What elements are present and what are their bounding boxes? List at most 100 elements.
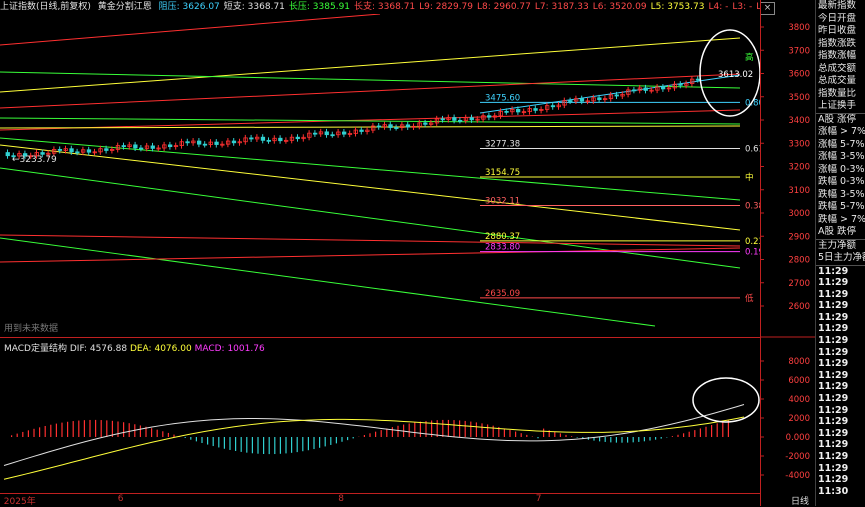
price-tick-label: 3700 <box>788 46 810 56</box>
breadth-item-7[interactable]: 跌幅 5-7% <box>816 201 865 214</box>
gold-level-label: 3154.75 <box>485 168 520 178</box>
date-label-2: 8 <box>338 494 344 504</box>
macd-value: 1001.76 <box>227 344 265 354</box>
gold-ratio-label: 0.618 <box>745 145 760 155</box>
candle-body <box>341 131 347 135</box>
capital-item-0[interactable]: 主力净额 <box>816 240 865 253</box>
stat-item-6[interactable]: 总成交量 <box>816 75 865 88</box>
candle-body <box>376 125 382 128</box>
top-marker: 高 <box>745 52 754 63</box>
tick-time-0[interactable]: 11:29 <box>816 266 865 278</box>
gold-ratio-label: 0.809 <box>745 98 760 108</box>
topbar-item-4: L9: 2829.79 <box>419 2 474 12</box>
gold-ratio-label: 0.191 <box>745 248 760 258</box>
tick-time-18[interactable]: 11:29 <box>816 474 865 486</box>
stat-item-4[interactable]: 指数涨幅 <box>816 50 865 63</box>
indicator-name[interactable]: 黄金分割江恩 <box>98 2 152 12</box>
tick-time-10[interactable]: 11:29 <box>816 381 865 393</box>
tick-time-4[interactable]: 11:29 <box>816 312 865 324</box>
candle-body <box>202 143 208 146</box>
stat-item-8[interactable]: 上证换手 <box>816 100 865 113</box>
tick-time-14[interactable]: 11:29 <box>816 428 865 440</box>
breadth-item-1[interactable]: 涨幅 > 7% <box>816 126 865 139</box>
candle-body <box>324 131 329 136</box>
breadth-item-0[interactable]: A股 涨停 <box>816 114 865 127</box>
trend-line <box>0 137 741 201</box>
candle-body <box>104 148 109 151</box>
candle-body <box>5 152 10 157</box>
tick-time-5[interactable]: 11:29 <box>816 323 865 335</box>
tick-time-17[interactable]: 11:29 <box>816 463 865 475</box>
stat-item-2[interactable]: 昨日收盘 <box>816 25 865 38</box>
trend-line <box>0 71 741 89</box>
gold-level-label: 2833.80 <box>485 243 520 253</box>
candle-body <box>643 87 648 91</box>
stat-item-5[interactable]: 总成交额 <box>816 63 865 76</box>
candle-body <box>231 140 237 144</box>
dif-line <box>3 404 745 466</box>
candle-body <box>167 144 173 148</box>
topbar-item-5: L8: 2960.77 <box>477 2 531 12</box>
tick-time-12[interactable]: 11:29 <box>816 405 865 417</box>
current-price-label: 3613.02 <box>718 70 753 80</box>
stat-item-7[interactable]: 指数量比 <box>816 88 865 101</box>
topbar-item-3: 长支: 3368.71 <box>354 2 416 12</box>
tick-time-11[interactable]: 11:29 <box>816 393 865 405</box>
tick-time-15[interactable]: 11:29 <box>816 439 865 451</box>
candle-body <box>57 149 63 151</box>
candle-body <box>330 134 335 137</box>
breadth-item-2[interactable]: 涨幅 5-7% <box>816 139 865 152</box>
tick-time-7[interactable]: 11:29 <box>816 347 865 359</box>
candle-body <box>138 147 144 150</box>
macd-tick-label: -2000 <box>785 452 810 462</box>
stat-item-3[interactable]: 指数涨跌 <box>816 38 865 51</box>
breadth-item-5[interactable]: 跌幅 0-3% <box>816 176 865 189</box>
candle-body <box>249 137 254 140</box>
breadth-item-8[interactable]: 跌幅 > 7% <box>816 214 865 227</box>
date-label-0: 2025年 <box>3 497 36 507</box>
price-tick-label: 3500 <box>788 93 810 103</box>
stat-item-1[interactable]: 今日开盘 <box>816 13 865 26</box>
main-chart[interactable]: 3874.403475.600.8093277.380.6183154.75中3… <box>0 0 760 506</box>
tick-time-8[interactable]: 11:29 <box>816 358 865 370</box>
tick-time-19[interactable]: 11:30 <box>816 486 865 498</box>
tick-time-3[interactable]: 11:29 <box>816 300 865 312</box>
candle-body <box>394 127 399 129</box>
candle-body <box>678 83 683 86</box>
stat-item-0[interactable]: 最新指数 <box>816 0 865 13</box>
tick-time-13[interactable]: 11:29 <box>816 416 865 428</box>
tick-time-6[interactable]: 11:29 <box>816 335 865 347</box>
macd-tick-label: 2000 <box>788 414 810 424</box>
candle-body <box>278 137 283 142</box>
candle-body <box>579 98 585 102</box>
trend-line <box>0 117 741 125</box>
breadth-item-6[interactable]: 跌幅 3-5% <box>816 189 865 202</box>
candle-body <box>632 89 637 92</box>
market-stats-sidebar: 最新指数 今日开盘 昨日收盘 指数涨跌 指数涨幅 总成交额 总成交量 指数量比 上证换手 A股 … <box>815 0 865 506</box>
macd-highlight-circle <box>692 377 760 423</box>
tick-time-9[interactable]: 11:29 <box>816 370 865 382</box>
dif-value: 4576.88 <box>89 344 128 354</box>
low-marker-label: ←3233.79 <box>12 155 57 165</box>
tick-time-2[interactable]: 11:29 <box>816 289 865 301</box>
gold-ratio-label: 低 <box>745 293 754 304</box>
tick-time-16[interactable]: 11:29 <box>816 451 865 463</box>
period-label[interactable]: 日线 <box>791 494 809 507</box>
golden-section-levels: 3874.403475.600.8093277.380.6183154.75中3… <box>480 1 760 304</box>
gold-ratio-label: 中 <box>745 172 754 183</box>
capital-item-1[interactable]: 5日主力净额 <box>816 252 865 265</box>
candle-body <box>516 108 521 113</box>
macd-title[interactable]: MACD定量结构 <box>4 344 67 354</box>
price-axis: 3800 3700 3600 3500 3400 3300 3200 3100 3000 2900… <box>760 0 815 506</box>
breadth-item-3[interactable]: 涨幅 3-5% <box>816 151 865 164</box>
price-tick-label: 2900 <box>788 232 810 242</box>
breadth-item-4[interactable]: 涨幅 0-3% <box>816 164 865 177</box>
date-label-1: 6 <box>117 494 124 504</box>
tick-time-1[interactable]: 11:29 <box>816 277 865 289</box>
breadth-item-9[interactable]: A股 跌停 <box>816 226 865 239</box>
price-tick-label: 2600 <box>788 302 810 312</box>
candle-body <box>661 86 666 90</box>
candle-body <box>86 149 92 153</box>
candle-body <box>260 136 266 141</box>
candle-body <box>469 117 474 121</box>
